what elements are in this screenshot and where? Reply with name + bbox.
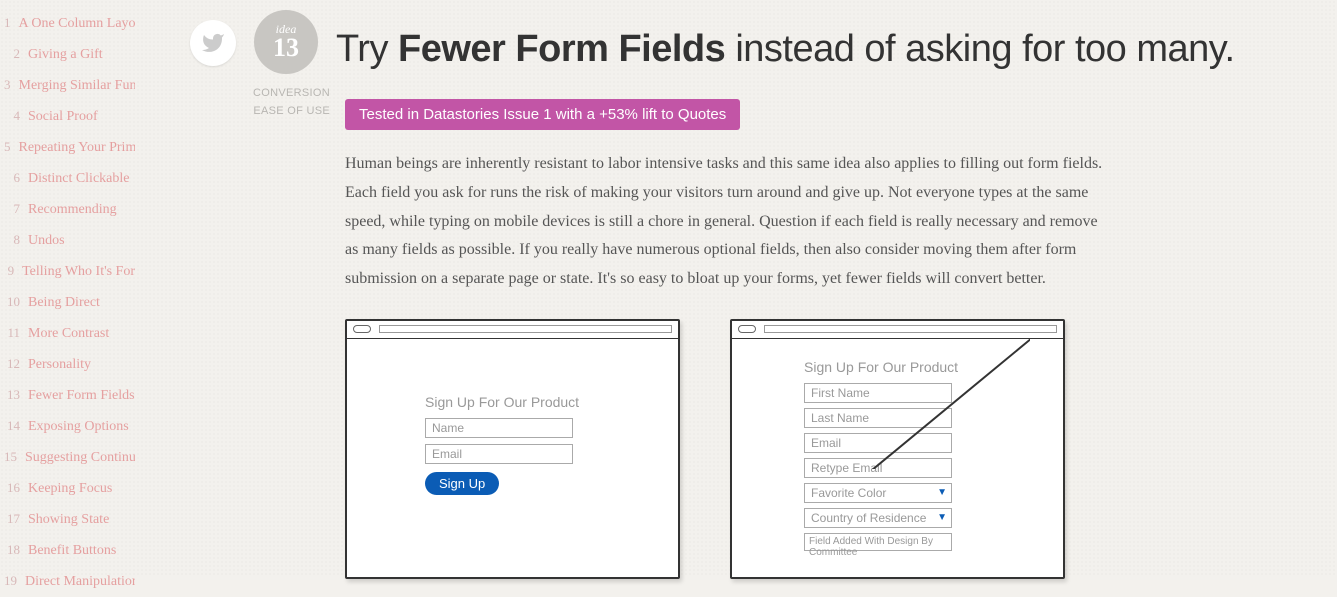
field-email: Email xyxy=(804,433,952,453)
select-color: Favorite Color▼ xyxy=(804,483,952,503)
select-country: Country of Residence▼ xyxy=(804,508,952,528)
tags-column: CONVERSION EASE OF USE xyxy=(250,85,330,120)
chevron-down-icon: ▼ xyxy=(937,487,947,498)
sidebar-item-12[interactable]: 12Personality xyxy=(0,349,135,380)
page-title: Try Fewer Form Fields instead of asking … xyxy=(336,28,1235,71)
sidebar-item-15[interactable]: 15Suggesting Continuity xyxy=(0,442,135,473)
datastory-badge[interactable]: Tested in Datastories Issue 1 with a +53… xyxy=(345,99,740,130)
field-firstname: First Name xyxy=(804,383,952,403)
field-committee: Field Added With Design By Committee xyxy=(804,533,952,551)
sidebar-item-1[interactable]: 1A One Column Layout xyxy=(0,8,135,39)
sidebar-item-9[interactable]: 9Telling Who It's For xyxy=(0,256,135,287)
sidebar: 1A One Column Layout2Giving a Gift3Mergi… xyxy=(0,0,135,575)
sidebar-item-8[interactable]: 8Undos xyxy=(0,225,135,256)
content-area: idea 13 Try Fewer Form Fields instead of… xyxy=(190,0,1337,579)
browser-chrome xyxy=(347,321,678,339)
sidebar-item-3[interactable]: 3Merging Similar Functions xyxy=(0,70,135,101)
field-name: Name xyxy=(425,418,573,438)
form-title: Sign Up For Our Product xyxy=(804,359,1063,375)
twitter-icon xyxy=(201,31,225,55)
tag-easeofuse: EASE OF USE xyxy=(250,103,330,121)
twitter-share-button[interactable] xyxy=(190,20,236,66)
sidebar-item-11[interactable]: 11More Contrast xyxy=(0,318,135,349)
body-paragraph: Human beings are inherently resistant to… xyxy=(345,150,1105,294)
sidebar-item-17[interactable]: 17Showing State xyxy=(0,504,135,535)
signup-button: Sign Up xyxy=(425,472,499,495)
mockup-bad: Sign Up For Our Product First Name Last … xyxy=(730,319,1065,579)
sidebar-item-10[interactable]: 10Being Direct xyxy=(0,287,135,318)
sidebar-item-2[interactable]: 2Giving a Gift xyxy=(0,39,135,70)
sidebar-item-13[interactable]: 13Fewer Form Fields xyxy=(0,380,135,411)
sidebar-item-6[interactable]: 6Distinct Clickable xyxy=(0,163,135,194)
sidebar-item-19[interactable]: 19Direct Manipulation xyxy=(0,566,135,597)
browser-chrome xyxy=(732,321,1063,339)
form-title: Sign Up For Our Product xyxy=(425,394,678,410)
mockup-good: Sign Up For Our Product Name Email Sign … xyxy=(345,319,680,579)
sidebar-item-16[interactable]: 16Keeping Focus xyxy=(0,473,135,504)
mockups-row: Sign Up For Our Product Name Email Sign … xyxy=(345,319,1105,579)
chevron-down-icon: ▼ xyxy=(937,512,947,523)
sidebar-item-4[interactable]: 4Social Proof xyxy=(0,101,135,132)
field-retype-email: Retype Email xyxy=(804,458,952,478)
field-lastname: Last Name xyxy=(804,408,952,428)
sidebar-item-7[interactable]: 7Recommending xyxy=(0,194,135,225)
sidebar-item-18[interactable]: 18Benefit Buttons xyxy=(0,535,135,566)
idea-number: 13 xyxy=(273,35,299,61)
sidebar-item-14[interactable]: 14Exposing Options xyxy=(0,411,135,442)
tag-conversion: CONVERSION xyxy=(250,85,330,103)
field-email: Email xyxy=(425,444,573,464)
idea-badge: idea 13 xyxy=(254,10,318,74)
sidebar-item-5[interactable]: 5Repeating Your Primary xyxy=(0,132,135,163)
